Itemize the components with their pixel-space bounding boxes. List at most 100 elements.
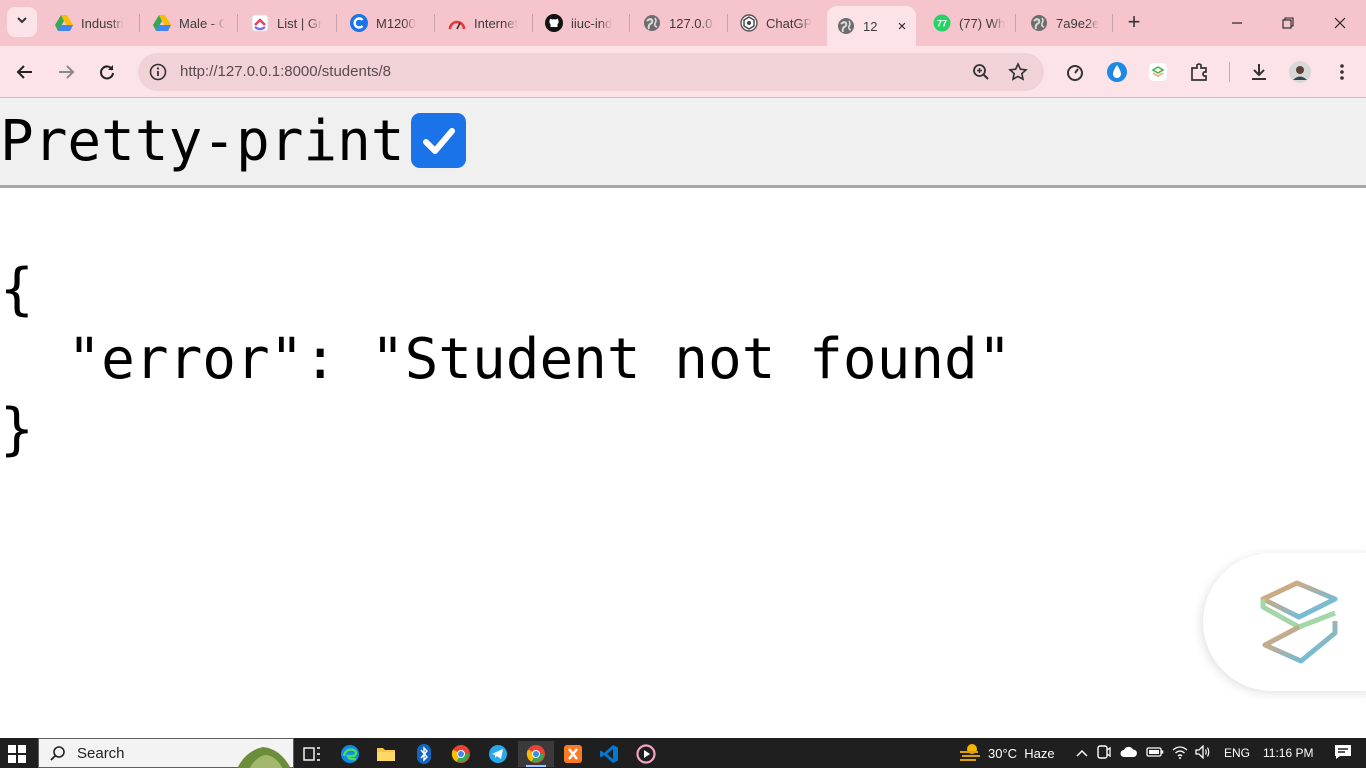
zoom-icon[interactable] — [971, 62, 991, 82]
search-highlight-image — [235, 741, 293, 768]
menu-kebab-icon[interactable] — [1330, 60, 1354, 84]
tab-male[interactable]: Male - C — [153, 6, 225, 40]
tab-title: iiuc-ind — [571, 15, 613, 31]
arrow-left-icon — [16, 65, 32, 79]
tab-separator — [1112, 14, 1113, 32]
chrome-icon[interactable] — [443, 741, 479, 767]
reload-button[interactable] — [93, 58, 121, 86]
battery-icon[interactable] — [1146, 746, 1164, 761]
back-button[interactable] — [11, 58, 39, 86]
onedrive-cloud-icon[interactable] — [1120, 746, 1138, 761]
chrome-running-icon[interactable] — [518, 741, 554, 767]
windows-start-icon[interactable] — [8, 745, 26, 763]
tab-title: M1200 — [376, 15, 416, 31]
xampp-icon[interactable] — [555, 741, 591, 767]
tab-title: (77) Wh — [959, 15, 1005, 31]
tab-separator — [434, 14, 435, 32]
tab-internet[interactable]: Internet — [448, 6, 520, 40]
tab-active[interactable]: 12 × — [827, 6, 916, 46]
json-response: { "error": "Student not found"} — [0, 255, 1011, 465]
haze-icon — [958, 742, 982, 765]
close-window-button[interactable] — [1317, 8, 1363, 38]
globe-icon — [1030, 14, 1048, 32]
tab-separator — [727, 14, 728, 32]
bookmark-star-icon[interactable] — [1008, 62, 1028, 82]
arrow-right-icon — [59, 65, 75, 79]
tab-title: 7a9e2e — [1056, 15, 1100, 31]
tab-separator — [1015, 14, 1016, 32]
performance-gauge-icon[interactable] — [1063, 60, 1087, 84]
extension-drop-icon[interactable] — [1105, 60, 1129, 84]
json-line: "error": "Student not found" — [0, 327, 1012, 392]
browser-toolbar: http://127.0.0.1:8000/students/8 — [0, 46, 1366, 98]
tab-7a9e2e[interactable]: 7a9e2e — [1030, 6, 1102, 40]
media-player-icon[interactable] — [628, 741, 664, 767]
address-bar[interactable]: http://127.0.0.1:8000/students/8 — [138, 53, 1044, 91]
edge-icon[interactable] — [332, 741, 368, 767]
extension-layers-icon[interactable] — [1146, 60, 1170, 84]
wifi-icon[interactable] — [1172, 745, 1188, 762]
minimize-button[interactable] — [1214, 8, 1260, 38]
notification-icon[interactable] — [1334, 744, 1352, 763]
tab-title: Internet — [474, 15, 519, 31]
windows-taskbar: Search 30°C Haze ENG 11:16 PM — [0, 738, 1366, 768]
chevron-up-icon[interactable] — [1076, 746, 1088, 761]
tab-m1200[interactable]: M1200 — [350, 6, 422, 40]
tab-industri[interactable]: Industri — [55, 6, 127, 40]
taskbar-search[interactable]: Search — [38, 738, 294, 768]
tab-chatgpt[interactable]: ChatGP — [740, 6, 812, 40]
tab-title: Male - C — [179, 15, 225, 31]
clickup-icon — [251, 14, 269, 32]
tab-title: 12 — [863, 18, 878, 34]
tab-search-button[interactable] — [7, 7, 37, 37]
profile-avatar[interactable] — [1288, 60, 1312, 84]
tab-strip: Industri Male - C List | Gr M1200 Intern… — [0, 0, 1366, 46]
toolbar-separator — [1229, 62, 1230, 82]
site-info-icon[interactable] — [148, 62, 168, 82]
tab-title: ChatGP — [766, 15, 812, 31]
tab-title: 127.0.0. — [669, 15, 715, 31]
tab-separator — [336, 14, 337, 32]
url-text[interactable]: http://127.0.0.1:8000/students/8 — [180, 63, 391, 80]
tab-separator — [532, 14, 533, 32]
file-explorer-icon[interactable] — [368, 741, 404, 767]
tab-localhost[interactable]: 127.0.0. — [643, 6, 715, 40]
google-drive-icon — [55, 14, 73, 32]
clock[interactable]: 11:16 PM — [1263, 746, 1313, 760]
tab-separator — [237, 14, 238, 32]
tab-separator — [629, 14, 630, 32]
vscode-icon[interactable] — [591, 741, 627, 767]
pretty-print-bar: Pretty-print — [0, 98, 1366, 188]
globe-icon — [643, 14, 661, 32]
new-tab-button[interactable]: + — [1122, 9, 1146, 35]
extensions-puzzle-icon[interactable] — [1187, 60, 1211, 84]
json-line: { — [0, 257, 34, 322]
whatsapp-badge: 77 — [937, 19, 947, 29]
chevron-down-icon — [15, 13, 29, 32]
bluetooth-icon[interactable] — [406, 741, 442, 767]
speed-gauge-icon — [448, 14, 466, 32]
layers-logo-icon — [1260, 580, 1338, 664]
floating-extension-widget[interactable] — [1203, 553, 1366, 691]
google-drive-icon — [153, 14, 171, 32]
weather-widget[interactable]: 30°C Haze — [958, 738, 1055, 768]
telegram-icon[interactable] — [480, 741, 516, 767]
restore-button[interactable] — [1265, 8, 1311, 38]
task-view-icon[interactable] — [294, 741, 330, 767]
tab-whatsapp[interactable]: 77 (77) Wh — [933, 6, 1005, 40]
language-indicator[interactable]: ENG — [1224, 746, 1250, 760]
download-icon[interactable] — [1247, 60, 1271, 84]
tab-iiuc[interactable]: iiuc-ind — [545, 6, 617, 40]
meet-now-icon[interactable] — [1097, 744, 1111, 763]
forward-button[interactable] — [52, 58, 80, 86]
checkmark-icon — [422, 127, 455, 154]
weather-text: 30°C Haze — [988, 745, 1055, 761]
tab-title: Industri — [81, 15, 124, 31]
taskbar-search-text: Search — [77, 745, 125, 762]
pretty-print-checkbox[interactable] — [411, 113, 466, 168]
volume-icon[interactable] — [1195, 743, 1211, 762]
close-tab-icon[interactable]: × — [893, 18, 911, 35]
github-icon — [545, 14, 563, 32]
tab-list[interactable]: List | Gr — [251, 6, 327, 40]
pretty-print-label: Pretty-print — [0, 109, 405, 174]
